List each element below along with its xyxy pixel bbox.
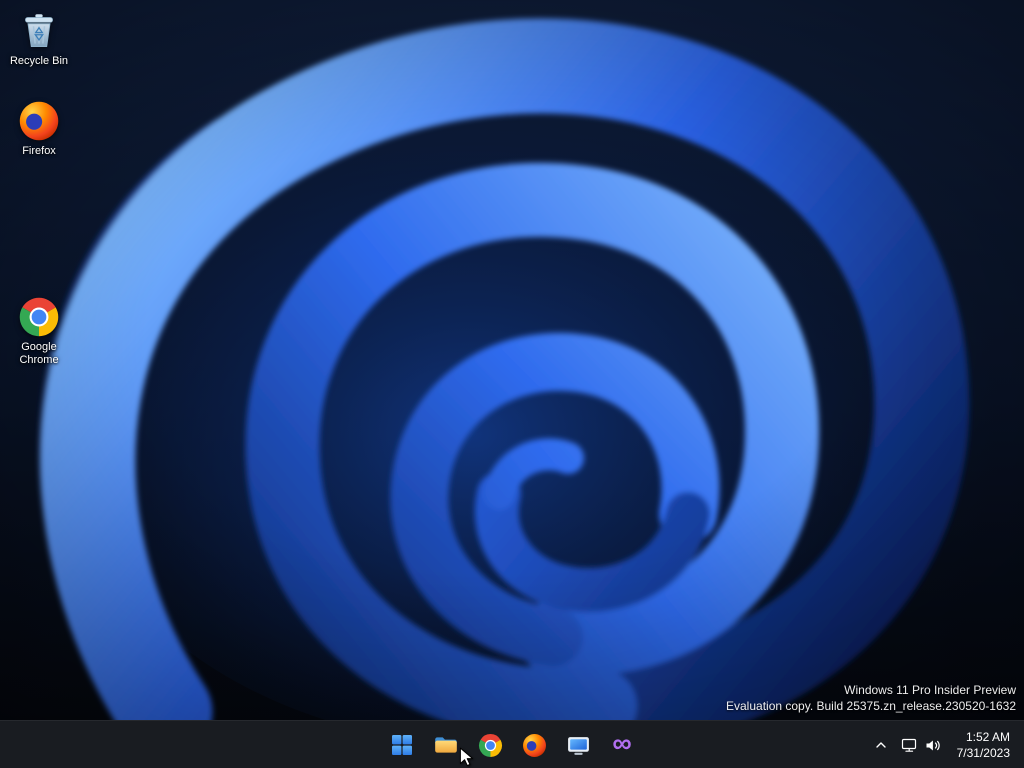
visual-studio-icon: ∞ [612, 727, 632, 758]
desktop-surface[interactable]: Recycle Bin Firefox Google Chrome Window… [0, 0, 1024, 720]
mouse-cursor [459, 747, 473, 767]
chevron-up-icon [875, 742, 886, 748]
chrome-icon [19, 297, 59, 337]
folder-icon [435, 737, 457, 753]
tray-clock-button[interactable]: 1:52 AM 7/31/2023 [949, 725, 1022, 765]
network-icon [901, 738, 916, 752]
taskbar-tray: 1:52 AM 7/31/2023 [868, 721, 1022, 768]
wallpaper-bloom [0, 0, 1024, 720]
tray-chevron-button[interactable] [868, 727, 894, 763]
firefox-icon [19, 101, 59, 141]
recycle-bin-icon [25, 14, 53, 47]
taskbar-chrome-button[interactable] [470, 725, 510, 765]
watermark-line2: Evaluation copy. Build 25375.zn_release.… [726, 698, 1016, 713]
desktop-icon-recycle-bin[interactable]: Recycle Bin [0, 8, 78, 68]
tray-network-volume-button[interactable] [894, 727, 949, 763]
windows-logo-icon [392, 735, 412, 755]
chrome-icon [478, 733, 502, 757]
desktop-icon-google-chrome[interactable]: Google Chrome [0, 296, 78, 367]
firefox-icon [522, 733, 546, 757]
desktop-icon-label: Google Chrome [19, 341, 59, 367]
start-button[interactable] [382, 725, 422, 765]
watermark-line1: Windows 11 Pro Insider Preview [844, 682, 1016, 697]
taskbar-visual-studio-button[interactable]: ∞ [602, 725, 642, 765]
volume-icon [926, 740, 940, 750]
desktop-icon-firefox[interactable]: Firefox [0, 100, 78, 158]
monitor-app-icon [567, 736, 589, 755]
taskbar-firefox-button[interactable] [514, 725, 554, 765]
tray-date: 7/31/2023 [956, 746, 1010, 760]
tray-time: 1:52 AM [965, 730, 1010, 744]
desktop-icon-label: Firefox [22, 145, 56, 157]
evaluation-watermark: Windows 11 Pro Insider Preview Evaluatio… [726, 682, 1016, 714]
screen: Recycle Bin Firefox Google Chrome Window… [0, 0, 1024, 768]
taskbar-center-group: ∞ [382, 721, 642, 768]
taskbar-media-app-button[interactable] [558, 725, 598, 765]
desktop-icon-label: Recycle Bin [9, 55, 69, 67]
taskbar: ∞ 1:52 AM 7/31/2023 [0, 720, 1024, 768]
